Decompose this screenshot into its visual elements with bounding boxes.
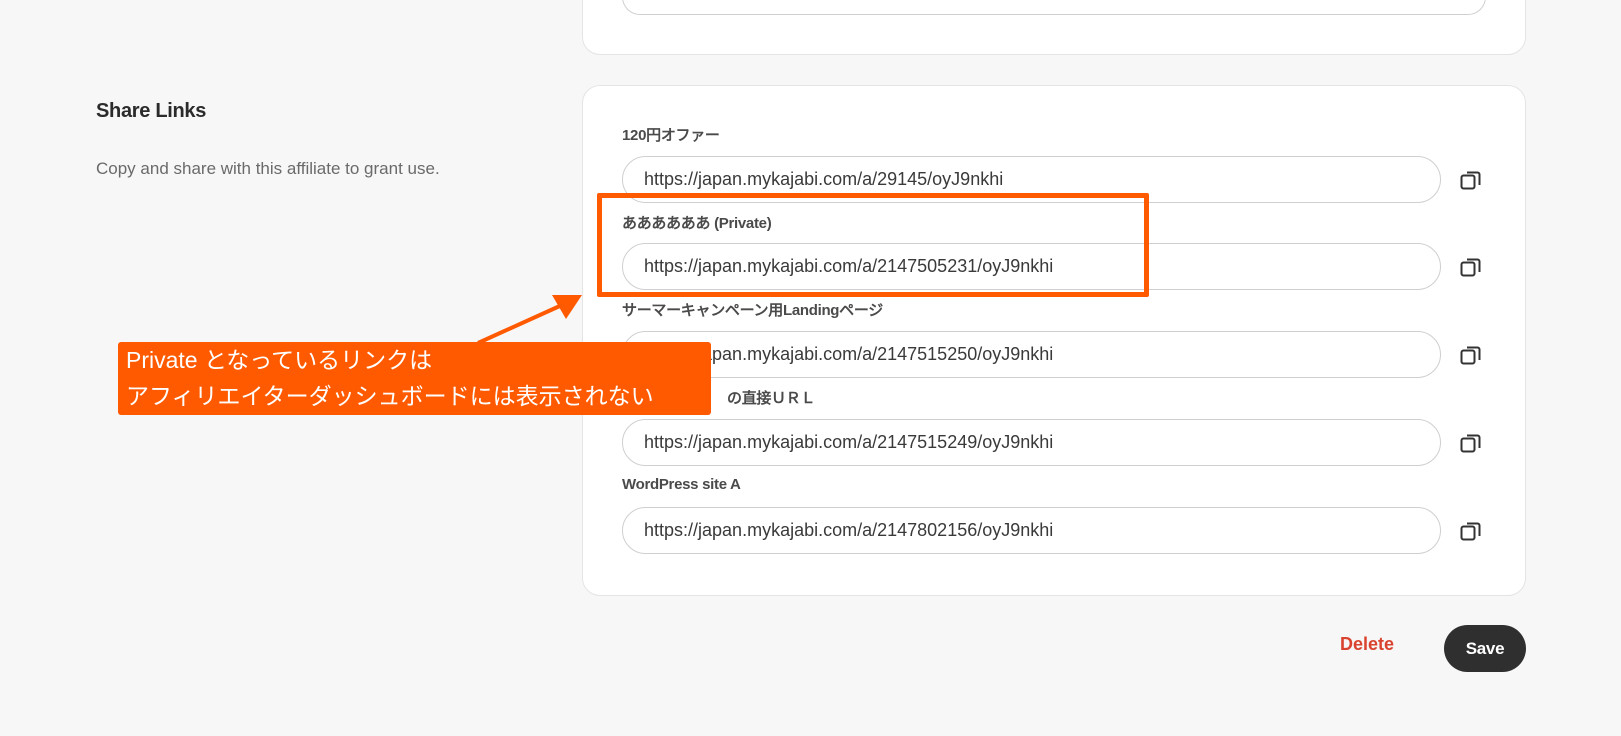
previous-field-stub — [622, 0, 1486, 15]
previous-settings-card — [582, 0, 1526, 55]
link-url-field[interactable]: https://japan.mykajabi.com/a/2147515249/… — [622, 419, 1441, 466]
copy-link-button[interactable] — [1458, 430, 1484, 456]
copy-icon — [1460, 258, 1481, 277]
link-url-field[interactable]: https://japan.mykajabi.com/a/2147802156/… — [622, 507, 1441, 554]
copy-link-button[interactable] — [1458, 342, 1484, 368]
annotation-callout: Private となっているリンクは アフィリエイターダッシュボードには表示され… — [118, 342, 711, 415]
link-url-text: https://japan.mykajabi.com/a/29145/oyJ9n… — [644, 169, 1004, 189]
copy-icon — [1460, 434, 1481, 453]
copy-link-button[interactable] — [1458, 254, 1484, 280]
save-button[interactable]: Save — [1444, 625, 1526, 672]
link-url-text: https://japan.mykajabi.com/a/2147515249/… — [644, 432, 1054, 452]
annotation-line-2: アフィリエイターダッシュボードには表示されない — [126, 383, 654, 409]
delete-button[interactable]: Delete — [1340, 634, 1394, 655]
copy-icon — [1460, 522, 1481, 541]
copy-icon — [1460, 171, 1481, 190]
link-label: 120円オファー — [622, 127, 720, 144]
link-url-field[interactable]: https://japan.mykajabi.com/a/2147515250/… — [622, 331, 1441, 378]
link-url-text: https://japan.mykajabi.com/a/2147802156/… — [644, 520, 1054, 540]
link-label: WordPress site A — [622, 476, 741, 493]
copy-icon — [1460, 346, 1481, 365]
copy-link-button[interactable] — [1458, 167, 1484, 193]
share-links-title: Share Links — [96, 100, 207, 122]
copy-link-button[interactable] — [1458, 518, 1484, 544]
link-label: の直接ＵＲＬ — [727, 390, 816, 407]
link-label: サーマーキャンペーン用Landingページ — [622, 302, 883, 319]
share-links-description: Copy and share with this affiliate to gr… — [96, 159, 440, 178]
annotation-line-1: Private となっているリンクは — [126, 347, 433, 373]
annotation-highlight-box — [597, 193, 1149, 297]
